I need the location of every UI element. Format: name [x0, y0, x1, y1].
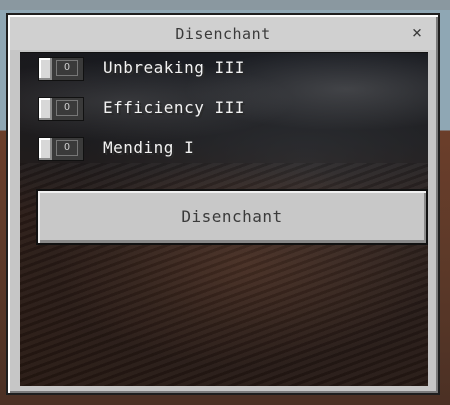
disenchant-button[interactable]: Disenchant — [36, 189, 428, 245]
dialog-titlebar: Disenchant × — [10, 17, 436, 50]
dialog-content: O Unbreaking III O Efficiency III O Mend… — [20, 52, 428, 386]
enchantment-label: Mending I — [103, 138, 195, 157]
toggle-state-indicator: O — [56, 100, 78, 116]
toggle-knob — [39, 58, 52, 80]
toggle-efficiency[interactable]: O — [38, 97, 84, 121]
disenchant-button-label: Disenchant — [181, 207, 283, 226]
enchantment-row-efficiency: O Efficiency III — [38, 97, 418, 123]
enchantment-row-mending: O Mending I — [38, 137, 418, 163]
enchantment-row-unbreaking: O Unbreaking III — [38, 57, 418, 83]
enchantment-label: Unbreaking III — [103, 58, 245, 77]
toggle-knob — [39, 138, 52, 160]
toggle-knob — [39, 98, 52, 120]
close-icon[interactable]: × — [407, 23, 427, 43]
toggle-state-indicator: O — [56, 60, 78, 76]
enchantment-label: Efficiency III — [103, 98, 245, 117]
toggle-mending[interactable]: O — [38, 137, 84, 161]
toggle-state-indicator: O — [56, 140, 78, 156]
disenchant-dialog: Disenchant × O Unbreaking III O Efficien… — [6, 13, 440, 395]
toggle-unbreaking[interactable]: O — [38, 57, 84, 81]
dialog-title: Disenchant — [175, 25, 271, 43]
world-sky-strip — [0, 0, 450, 10]
